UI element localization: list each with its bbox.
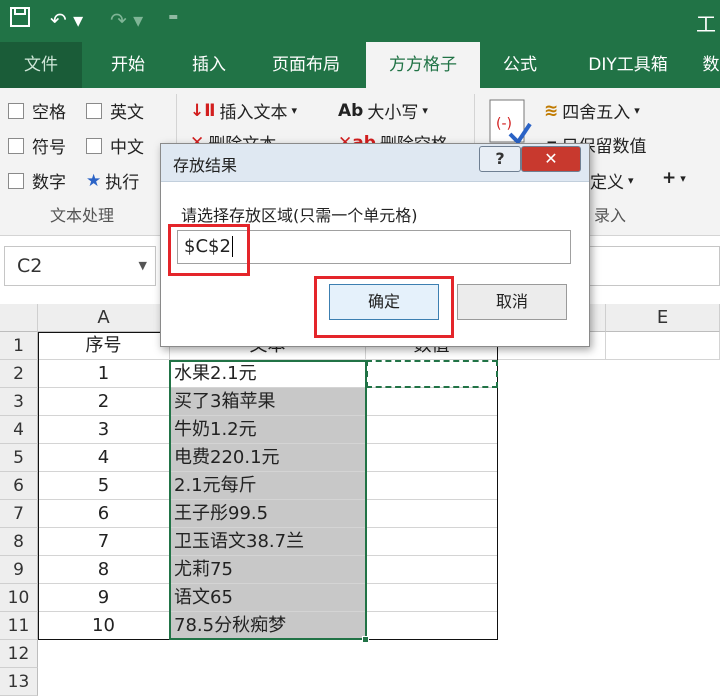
row-header[interactable]: 2: [0, 360, 38, 388]
document-check-icon: (-): [489, 99, 532, 146]
address-highlight-box: [168, 224, 250, 276]
row-header[interactable]: 13: [0, 668, 38, 696]
dropdown-arrow-icon: ▾: [634, 104, 640, 117]
save-icon[interactable]: [10, 6, 30, 34]
cell-a9[interactable]: 8: [38, 556, 170, 584]
name-box[interactable]: C2 ▼: [4, 246, 156, 286]
dropdown-arrow-icon: ▾: [422, 104, 428, 117]
insert-text-button[interactable]: ↓Ⅱ 插入文本 ▾: [190, 98, 297, 124]
cell-a4[interactable]: 3: [38, 416, 170, 444]
row-header[interactable]: 7: [0, 500, 38, 528]
round-icon: ≋: [544, 100, 559, 121]
dropdown-arrow-icon: ▾: [680, 171, 686, 185]
cell-a2[interactable]: 1: [38, 360, 170, 388]
cell-a5[interactable]: 4: [38, 444, 170, 472]
cell-c7[interactable]: [366, 500, 498, 528]
target-cell-marquee: [366, 360, 498, 388]
row-header[interactable]: 10: [0, 584, 38, 612]
cell-c9[interactable]: [366, 556, 498, 584]
row-header[interactable]: 5: [0, 444, 38, 472]
group-label-text-processing: 文本处理: [50, 206, 115, 225]
dropdown-arrow-icon: ▾: [291, 104, 297, 117]
tab-formulas[interactable]: 公式: [488, 42, 552, 88]
cell-a3[interactable]: 2: [38, 388, 170, 416]
row-header[interactable]: 12: [0, 640, 38, 668]
checkbox-box: [8, 172, 24, 189]
insert-text-icon: ↓Ⅱ: [190, 100, 216, 121]
row-header[interactable]: 8: [0, 528, 38, 556]
group-label-record: 录入: [594, 206, 627, 225]
cell-a10[interactable]: 9: [38, 584, 170, 612]
help-button[interactable]: ?: [479, 146, 521, 172]
cell-c11[interactable]: [366, 612, 498, 640]
tab-diy-toolbox[interactable]: DIY工具箱: [570, 42, 686, 88]
select-all-corner[interactable]: [0, 304, 38, 332]
cell-a8[interactable]: 7: [38, 528, 170, 556]
custom-button[interactable]: 定义 ▾: [590, 168, 634, 193]
dialog-title: 存放结果: [173, 156, 238, 175]
cell-c5[interactable]: [366, 444, 498, 472]
cell-a6[interactable]: 5: [38, 472, 170, 500]
cell-c8[interactable]: [366, 528, 498, 556]
checkbox-chinese[interactable]: 中文: [86, 133, 144, 158]
cell-c10[interactable]: [366, 584, 498, 612]
cell-e1[interactable]: [606, 332, 720, 360]
checkbox-space[interactable]: 空格: [8, 98, 66, 123]
cell-a11[interactable]: 10: [38, 612, 170, 640]
tab-insert[interactable]: 插入: [172, 42, 246, 88]
round-button[interactable]: ≋ 四舍五入 ▾: [544, 98, 640, 124]
case-icon: Ab: [338, 100, 364, 121]
tab-data[interactable]: 数: [696, 42, 720, 88]
cell-a7[interactable]: 6: [38, 500, 170, 528]
star-icon: ★: [86, 170, 102, 191]
checkbox-number[interactable]: 数字: [8, 168, 66, 193]
tab-fangfang[interactable]: 方方格子: [366, 42, 480, 88]
cell-c4[interactable]: [366, 416, 498, 444]
cancel-button[interactable]: 取消: [457, 284, 567, 320]
table-border: [38, 332, 39, 640]
checkbox-box: [86, 137, 102, 154]
customize-quick-access-icon[interactable]: ⁼: [168, 6, 179, 34]
redo-icon[interactable]: ↷ ▾: [110, 6, 143, 34]
selection-range-outline: [169, 360, 367, 640]
checkbox-box: [86, 102, 102, 119]
dialog-titlebar[interactable]: 存放结果 ? ✕: [161, 144, 589, 182]
column-header-e[interactable]: E: [606, 304, 720, 332]
ribbon-tabs: 文件 开始 插入 页面布局 方方格子 公式 DIY工具箱 数: [0, 42, 720, 88]
row-header[interactable]: 4: [0, 416, 38, 444]
tab-home[interactable]: 开始: [90, 42, 166, 88]
row-header[interactable]: 9: [0, 556, 38, 584]
checkbox-box: [8, 137, 24, 154]
fill-handle[interactable]: [362, 636, 369, 643]
checkbox-box: [8, 102, 24, 119]
svg-text:(-): (-): [496, 116, 512, 132]
execute-button[interactable]: ★ 执行: [86, 168, 139, 194]
checkbox-symbol[interactable]: 符号: [8, 133, 66, 158]
title-bar: ↶ ▾ ↷ ▾ ⁼ 工: [0, 0, 720, 42]
window-title: 工: [696, 12, 716, 36]
column-header-a[interactable]: A: [38, 304, 170, 332]
dropdown-arrow-icon: ▾: [628, 174, 634, 187]
ok-highlight-box: [314, 276, 454, 338]
case-button[interactable]: Ab 大小写 ▾: [338, 98, 428, 124]
row-header[interactable]: 6: [0, 472, 38, 500]
close-button[interactable]: ✕: [521, 146, 581, 172]
cell-a1[interactable]: 序号: [38, 332, 170, 360]
checkbox-english[interactable]: 英文: [86, 98, 144, 123]
row-header[interactable]: 3: [0, 388, 38, 416]
tab-file[interactable]: 文件: [0, 42, 82, 88]
name-box-value: C2: [17, 255, 43, 277]
dialog-prompt: 请选择存放区域(只需一个单元格): [181, 206, 418, 225]
row-header[interactable]: 1: [0, 332, 38, 360]
undo-icon[interactable]: ↶ ▾: [50, 6, 83, 34]
spreadsheet-grid: A B C D E 1 2 3 4 5 6 7 8 9 10 11 12 13 …: [0, 304, 720, 696]
row-header[interactable]: 11: [0, 612, 38, 640]
tab-page-layout[interactable]: 页面布局: [256, 42, 356, 88]
cell-c3[interactable]: [366, 388, 498, 416]
cell-c6[interactable]: [366, 472, 498, 500]
add-more-button[interactable]: + ▾: [662, 168, 686, 188]
plus-icon: +: [662, 168, 677, 188]
number-extract-button[interactable]: (-): [488, 98, 532, 148]
chevron-down-icon[interactable]: ▼: [139, 259, 147, 272]
